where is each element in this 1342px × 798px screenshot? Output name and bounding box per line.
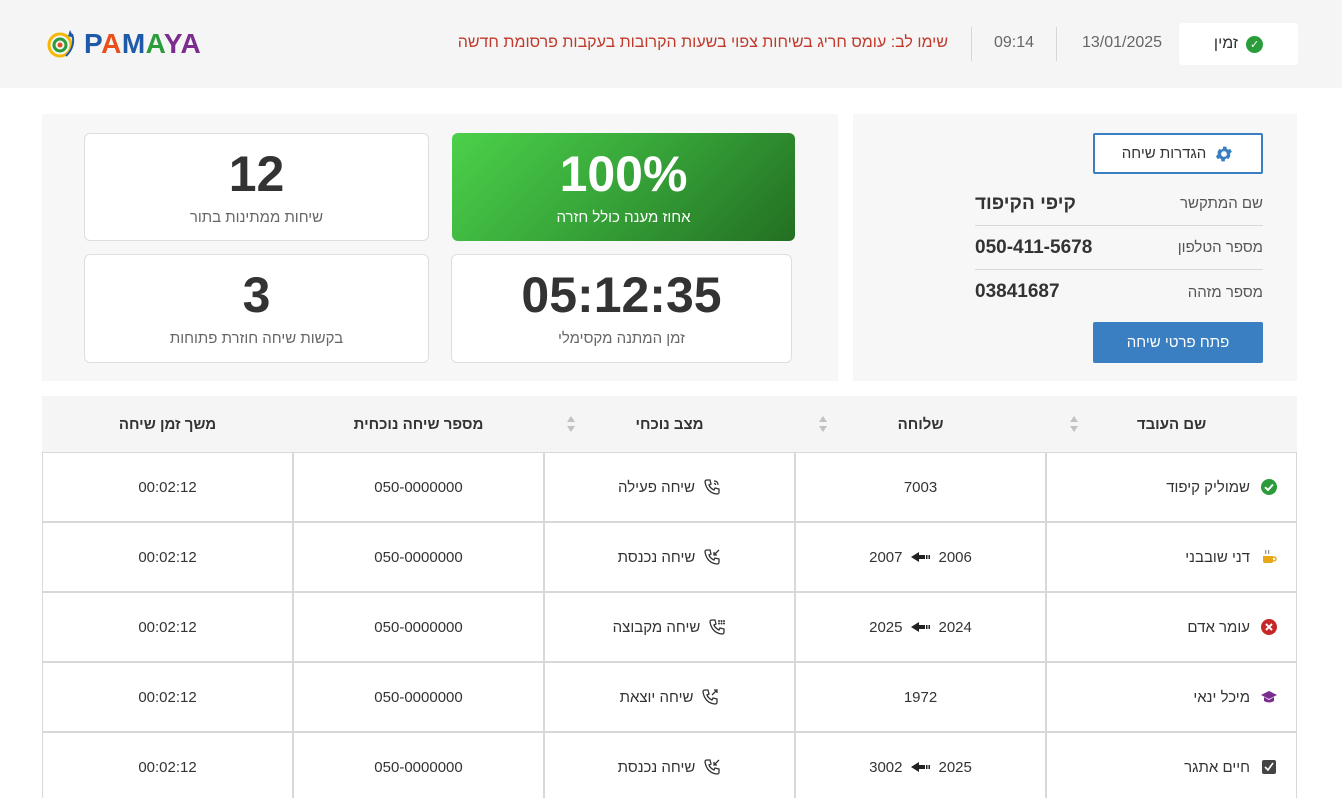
number-cell: 050-0000000 bbox=[293, 662, 544, 732]
incoming-call-icon bbox=[703, 548, 721, 566]
status-cell: שיחה נכנסת bbox=[544, 732, 795, 798]
queue-value: 12 bbox=[228, 145, 285, 202]
header-date: 13/01/2025 bbox=[1082, 34, 1163, 51]
col-employee-header[interactable]: שם העובד bbox=[1046, 396, 1297, 452]
status-cell: שיחה פעילה bbox=[544, 452, 795, 522]
extension-cell: 7003 bbox=[795, 452, 1046, 522]
table-row[interactable]: עומר אדם 2024 2025 שיחה מקבוצה 050-00000… bbox=[42, 592, 1297, 662]
number-cell: 050-0000000 bbox=[293, 452, 544, 522]
presence-status[interactable]: ✓ זמין bbox=[1179, 23, 1298, 65]
callbacks-card: 3 בקשות שיחה חוזרת פתוחות bbox=[84, 254, 429, 363]
col-extension-header[interactable]: שלוחה bbox=[795, 396, 1046, 452]
caller-phone-row: מספר הטלפון 050-411-5678 bbox=[975, 226, 1263, 270]
duration-cell: 00:02:12 bbox=[42, 452, 293, 522]
logo-text: PAMAYA bbox=[84, 28, 202, 59]
transfer-arrow-icon bbox=[910, 551, 931, 563]
status-cell: שיחה יוצאת bbox=[544, 662, 795, 732]
top-header: ✓ זמין 13/01/2025 09:14 שימו לב: עומס חר… bbox=[0, 0, 1342, 88]
table-row[interactable]: שמוליק קיפוד 7003 שיחה פעילה 050-0000000… bbox=[42, 452, 1297, 522]
caller-name-value: קיפי הקיפוד bbox=[975, 192, 1076, 214]
max-wait-value: 05:12:35 bbox=[521, 267, 722, 323]
caller-panel: הגדרות שיחה שם המתקשר קיפי הקיפוד מספר ה… bbox=[853, 114, 1297, 381]
header-divider bbox=[1056, 27, 1057, 61]
employee-cell: שמוליק קיפוד bbox=[1046, 452, 1297, 522]
caller-id-row: מספר מזהה 03841687 bbox=[975, 270, 1263, 314]
col-status-header[interactable]: מצב נוכחי bbox=[544, 396, 795, 452]
answer-rate-label: אחוז מענה כולל חזרה bbox=[556, 208, 691, 226]
queue-card: 12 שיחות ממתינות בתור bbox=[84, 133, 429, 241]
logo: PAMAYA bbox=[44, 26, 201, 62]
employee-cell: חיים אתגר bbox=[1046, 732, 1297, 798]
call-settings-button[interactable]: הגדרות שיחה bbox=[1093, 133, 1263, 174]
task-icon bbox=[1260, 758, 1278, 776]
number-cell: 050-0000000 bbox=[293, 732, 544, 798]
table-header: שם העובד שלוחה מצב נוכחי מספר שיחה נוכחי… bbox=[42, 396, 1297, 452]
transfer-arrow-icon bbox=[910, 761, 931, 773]
callbacks-value: 3 bbox=[242, 267, 271, 323]
coffee-break-icon bbox=[1260, 548, 1278, 566]
caller-name-row: שם המתקשר קיפי הקיפוד bbox=[975, 182, 1263, 226]
presence-status-label: זמין bbox=[1213, 35, 1239, 52]
alert-message: שימו לב: עומס חריג בשיחות צפוי בשעות הקר… bbox=[457, 34, 948, 51]
status-cell: שיחה מקבוצה bbox=[544, 592, 795, 662]
extension-cell: 2025 3002 bbox=[795, 732, 1046, 798]
sort-icon[interactable] bbox=[566, 415, 576, 433]
queue-label: שיחות ממתינות בתור bbox=[189, 208, 324, 226]
table-row[interactable]: חיים אתגר 2025 3002 שיחה נכנסת 050-00000… bbox=[42, 732, 1297, 798]
outgoing-call-icon bbox=[701, 688, 719, 706]
employee-cell: דני שובבני bbox=[1046, 522, 1297, 592]
call-settings-label: הגדרות שיחה bbox=[1121, 145, 1207, 162]
stats-panel: 100% אחוז מענה כולל חזרה 12 שיחות ממתינו… bbox=[42, 114, 838, 381]
incoming-call-icon bbox=[703, 758, 721, 776]
number-cell: 050-0000000 bbox=[293, 592, 544, 662]
employee-cell: מיכל ינאי bbox=[1046, 662, 1297, 732]
gear-icon bbox=[1216, 146, 1233, 161]
callbacks-label: בקשות שיחה חוזרת פתוחות bbox=[169, 330, 344, 347]
extension-cell: 2006 2007 bbox=[795, 522, 1046, 592]
transfer-arrow-icon bbox=[910, 621, 931, 633]
open-call-details-button[interactable]: פתח פרטי שיחה bbox=[1093, 322, 1263, 363]
table-row[interactable]: דני שובבני 2006 2007 שיחה נכנסת 050-0000… bbox=[42, 522, 1297, 592]
caller-name-label: שם המתקשר bbox=[1180, 195, 1263, 212]
max-wait-card: 05:12:35 זמן המתנה מקסימלי bbox=[451, 254, 792, 363]
training-cap-icon bbox=[1260, 688, 1278, 706]
table-row[interactable]: מיכל ינאי 1972 שיחה יוצאת 050-0000000 00… bbox=[42, 662, 1297, 732]
duration-cell: 00:02:12 bbox=[42, 592, 293, 662]
employee-cell: עומר אדם bbox=[1046, 592, 1297, 662]
group-call-icon bbox=[708, 618, 726, 636]
header-time: 09:14 bbox=[994, 34, 1035, 51]
available-check-icon bbox=[1260, 478, 1278, 496]
extension-cell: 1972 bbox=[795, 662, 1046, 732]
answer-rate-value: 100% bbox=[559, 145, 688, 202]
status-cell: שיחה נכנסת bbox=[544, 522, 795, 592]
header-divider bbox=[971, 27, 972, 61]
caller-id-value: 03841687 bbox=[975, 281, 1060, 302]
col-duration-header[interactable]: משך זמן שיחה bbox=[42, 396, 293, 452]
sort-icon[interactable] bbox=[818, 415, 828, 433]
available-check-icon: ✓ bbox=[1246, 35, 1264, 53]
max-wait-label: זמן המתנה מקסימלי bbox=[557, 330, 686, 347]
duration-cell: 00:02:12 bbox=[42, 522, 293, 592]
number-cell: 050-0000000 bbox=[293, 522, 544, 592]
sort-icon[interactable] bbox=[1069, 415, 1079, 433]
col-number-header[interactable]: מספר שיחה נוכחית bbox=[293, 396, 544, 452]
caller-id-label: מספר מזהה bbox=[1187, 283, 1263, 301]
unavailable-x-icon bbox=[1260, 618, 1278, 636]
active-call-icon bbox=[703, 478, 721, 496]
extension-cell: 2024 2025 bbox=[795, 592, 1046, 662]
answer-rate-card: 100% אחוז מענה כולל חזרה bbox=[452, 133, 795, 241]
caller-phone-value: 050-411-5678 bbox=[975, 236, 1093, 258]
duration-cell: 00:02:12 bbox=[42, 732, 293, 798]
caller-phone-label: מספר הטלפון bbox=[1177, 239, 1263, 256]
logo-mark-icon bbox=[47, 30, 75, 58]
duration-cell: 00:02:12 bbox=[42, 662, 293, 732]
